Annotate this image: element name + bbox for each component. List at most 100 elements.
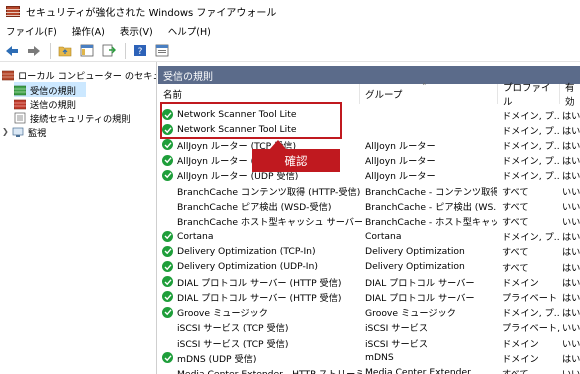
rule-name-cell: Delivery Optimization (TCP-In) [162, 244, 362, 259]
table-row[interactable]: AllJoyn ルーター (TCP 受信) AllJoyn ルーター ドメイン, プ… [158, 137, 580, 152]
rule-name: iSCSI サービス (TCP 受信) [177, 323, 289, 335]
rule-name: mDNS (UDP 受信) [177, 353, 257, 365]
disabled-spacer-icon [162, 215, 173, 226]
rule-name-cell: BranchCache コンテンツ取得 (HTTP-受信) [162, 183, 362, 198]
tree-root[interactable]: ローカル コンピューター のセキュリティ [1, 67, 156, 82]
svg-text:?: ? [138, 47, 143, 57]
table-row[interactable]: iSCSI サービス (TCP 受信) iSCSI サービス プライベート,...い… [158, 320, 580, 335]
rule-enabled: はい [562, 277, 580, 289]
rule-group: AllJoyn ルーター [365, 140, 436, 152]
inbound-rules-icon [13, 84, 27, 96]
menu-action[interactable]: 操作(A) [72, 24, 105, 38]
forward-icon[interactable] [26, 43, 42, 59]
menu-bar: ファイル(F) 操作(A) 表示(V) ヘルプ(H) [0, 22, 580, 40]
tree-item-label: 受信の規則 [30, 85, 76, 97]
rule-enabled: いい [562, 186, 580, 198]
table-row[interactable]: Delivery Optimization (UDP-In) Delivery O… [158, 259, 580, 274]
table-row[interactable]: mDNS (UDP 受信) mDNS ドメイン はい [158, 350, 580, 365]
rule-group: Cortana [365, 230, 402, 242]
menu-file[interactable]: ファイル(F) [6, 24, 57, 38]
rule-name: DIAL プロトコル サーバー (HTTP 受信) [177, 277, 342, 289]
rule-name-cell: DIAL プロトコル サーバー (HTTP 受信) [162, 289, 362, 304]
rule-name: BranchCache ピア検出 (WSD-受信) [177, 201, 332, 213]
firewall-icon [1, 69, 15, 81]
rule-profile: ドメイン, プ... [502, 308, 560, 320]
expand-arrow-icon[interactable]: ❯ [2, 127, 10, 136]
column-header-enabled[interactable]: 有効 [560, 83, 580, 108]
table-row[interactable]: Delivery Optimization (TCP-In) Delivery O… [158, 244, 580, 259]
table-row[interactable]: Cortana Cortana ドメイン, プ... はい [158, 229, 580, 244]
table-row[interactable]: iSCSI サービス (TCP 受信) iSCSI サービス ドメイン いい [158, 335, 580, 350]
rule-name: Groove ミュージック [177, 308, 268, 320]
rule-enabled: はい [562, 262, 580, 274]
column-header-group[interactable]: グループ [360, 84, 498, 104]
rule-profile: すべて [502, 247, 529, 259]
table-row[interactable]: AllJoyn ルーター (UDP 受信) AllJoyn ルーター ドメイン, プ… [158, 168, 580, 183]
table-row[interactable]: BranchCache ホスト型キャッシュ サーバー (HT...BranchC… [158, 213, 580, 228]
rule-profile: ドメイン [502, 353, 539, 365]
rule-enabled: はい [562, 156, 580, 168]
tree-item-monitoring[interactable]: ❯ 監視 [2, 124, 46, 139]
rule-name: DIAL プロトコル サーバー (HTTP 受信) [177, 292, 342, 304]
rule-group: BranchCache - ピア検出 (WS... [365, 201, 497, 213]
rule-group: AllJoyn ルーター [365, 156, 436, 168]
column-header-profile[interactable]: プロファイル [498, 83, 560, 108]
sort-ascending-icon: ˄ [422, 83, 427, 93]
table-row[interactable]: Groove ミュージック Groove ミュージック ドメイン, プ... はい [158, 305, 580, 320]
rule-name-cell: iSCSI サービス (TCP 受信) [162, 320, 362, 335]
rule-name-cell: Groove ミュージック [162, 305, 362, 320]
rule-group: AllJoyn ルーター [365, 171, 436, 183]
table-row[interactable]: BranchCache コンテンツ取得 (HTTP-受信) BranchCache… [158, 183, 580, 198]
help-icon[interactable]: ? [132, 43, 148, 59]
rule-name: iSCSI サービス (TCP 受信) [177, 338, 289, 350]
table-row[interactable]: DIAL プロトコル サーバー (HTTP 受信) DIAL プロトコル サーバー… [158, 289, 580, 304]
rule-group [365, 107, 497, 122]
folder-up-icon[interactable] [57, 43, 73, 59]
title-bar: セキュリティが強化された Windows ファイアウォール [0, 0, 580, 22]
rule-name: BranchCache ホスト型キャッシュ サーバー (HT... [177, 216, 362, 228]
table-row[interactable]: AllJoyn ルーター (UDP 受信) AllJoyn ルーター ドメイン, プ… [158, 153, 580, 168]
rule-profile: プライベート [502, 292, 558, 304]
menu-view[interactable]: 表示(V) [120, 24, 153, 38]
back-icon[interactable] [4, 43, 20, 59]
table-row[interactable]: DIAL プロトコル サーバー (HTTP 受信) DIAL プロトコル サーバー… [158, 274, 580, 289]
rule-profile: すべて [502, 216, 529, 228]
enabled-check-icon [162, 169, 173, 181]
rule-name: BranchCache コンテンツ取得 (HTTP-受信) [177, 186, 361, 198]
rule-name-cell: BranchCache ホスト型キャッシュ サーバー (HT... [162, 213, 362, 228]
enabled-check-icon [162, 306, 173, 318]
rule-profile: ドメイン [502, 277, 539, 289]
rule-group: Delivery Optimization [365, 261, 465, 272]
tree-item-label: 監視 [28, 127, 47, 139]
show-hide-tree-icon[interactable] [79, 43, 95, 59]
export-list-icon[interactable] [101, 43, 117, 59]
toolbar-separator [50, 42, 51, 59]
menu-help[interactable]: ヘルプ(H) [168, 24, 211, 38]
rule-profile: すべて [502, 365, 560, 374]
rule-name-cell: Delivery Optimization (UDP-In) [162, 259, 362, 274]
table-row[interactable]: Media Center Extender - HTTP ストリーミング...M… [158, 365, 580, 374]
rule-enabled: はい [562, 292, 580, 304]
rule-enabled: はい [562, 125, 580, 137]
rule-group: DIAL プロトコル サーバー [365, 277, 475, 289]
properties-icon[interactable] [154, 43, 170, 59]
disabled-spacer-icon [162, 367, 173, 374]
column-header-name[interactable]: 名前 [158, 84, 360, 104]
tree-item-outbound-rules[interactable]: 送信の規則 [13, 96, 76, 111]
rule-enabled: はい [562, 247, 580, 259]
tree-item-connection-security-rules[interactable]: 接続セキュリティの規則 [14, 110, 131, 125]
highlight-box [160, 102, 342, 139]
rule-name-cell: BranchCache ピア検出 (WSD-受信) [162, 198, 362, 213]
enabled-check-icon [162, 245, 173, 257]
rule-group: BranchCache - コンテンツ取得... [365, 186, 497, 198]
disabled-spacer-icon [162, 322, 173, 333]
rule-enabled: はい [562, 308, 580, 320]
table-row[interactable]: BranchCache ピア検出 (WSD-受信) BranchCache - ピ… [158, 198, 580, 213]
rule-profile: ドメイン [502, 338, 539, 350]
rule-group: Media Center Extender [365, 367, 471, 374]
callout-label: 確認 [252, 149, 340, 172]
disabled-spacer-icon [162, 185, 173, 196]
enabled-check-icon [162, 352, 173, 364]
enabled-check-icon [162, 261, 173, 272]
tree-item-inbound-rules[interactable]: 受信の規則 [13, 82, 86, 97]
